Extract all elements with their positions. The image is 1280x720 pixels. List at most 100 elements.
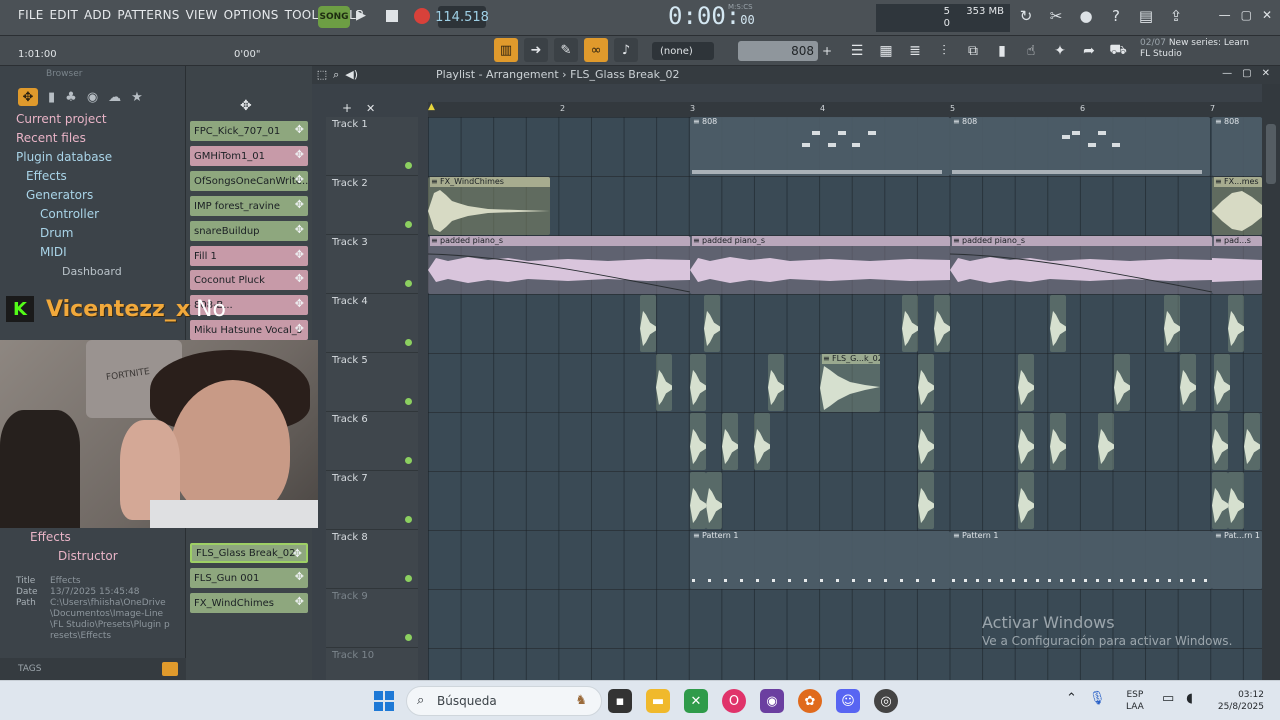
clip-oneshot[interactable] [706,472,722,529]
chevron-up-icon[interactable]: ⌃ [1066,691,1077,706]
arrow-icon[interactable]: ➜ [524,38,548,62]
clip-oneshot[interactable] [918,413,934,470]
clip-windchimes[interactable]: FX_WindChimes [428,177,550,235]
channel-rack-icon[interactable]: ≣ [904,40,926,62]
channel-button[interactable]: FPC_Kick_707_01 ✥ [190,121,308,141]
drag-icon[interactable]: ✥ [295,123,304,136]
piano-roll-icon[interactable]: ▦ [875,40,897,62]
undo-icon[interactable]: ↻ [1016,6,1036,26]
track-mute-led[interactable] [405,339,412,346]
mixer-icon[interactable]: ⫶ [933,40,955,62]
drag-icon[interactable]: ✥ [295,322,304,335]
drag-icon[interactable]: ✥ [295,198,304,211]
shop-icon[interactable]: ⛟ [1107,40,1129,62]
track-header[interactable]: Track 6 [326,412,418,471]
clip-padded-piano[interactable]: pad...s [1212,236,1262,294]
menu-add[interactable]: ADD [84,8,111,22]
clip-pattern-1[interactable]: Pat...rn 1 [1212,531,1262,589]
browser-icon[interactable]: ▮ [991,40,1013,62]
channel-button[interactable]: IMP forest_ravine ✥ [190,196,308,216]
plugin-picker-icon[interactable]: ⧉ [962,40,984,62]
clip-808[interactable]: 808 [1212,117,1262,176]
clip-oneshot[interactable] [1098,413,1114,470]
playback-icon[interactable]: ◀) [345,68,358,82]
language-indicator[interactable]: ESP LAA [1126,689,1144,713]
clip-808[interactable]: 808 [690,117,950,176]
windows-start-icon[interactable] [374,691,394,711]
vertical-scrollbar[interactable] [1262,84,1280,680]
clip-oneshot[interactable] [1018,354,1034,411]
clip-oneshot[interactable] [754,413,770,470]
app-icon[interactable]: ◉ [760,689,784,713]
clip-oneshot[interactable] [1114,354,1130,411]
browser-item[interactable]: Effects [16,167,185,186]
export-icon[interactable]: ⇪ [1166,6,1186,26]
close-icon[interactable]: ✕ [1262,8,1272,22]
clip-oneshot[interactable] [918,354,934,411]
clip-oneshot[interactable] [704,295,720,352]
song-mode-button[interactable]: SONG [318,6,350,28]
menu-options[interactable]: OPTIONS [224,8,279,22]
clip-oneshot[interactable] [902,295,918,352]
xbox-icon[interactable]: ✕ [684,689,708,713]
clip-oneshot[interactable] [1212,472,1228,529]
clip-oneshot[interactable] [690,472,706,529]
track-header[interactable]: Track 9 [326,589,418,648]
minimize-icon[interactable]: — [1219,8,1231,22]
file-filter-icon[interactable]: ▮ [48,90,55,105]
track-header[interactable]: Track 4 [326,294,418,353]
search-icon[interactable] [162,662,178,676]
clip-oneshot[interactable] [1212,413,1228,470]
add-pattern-button[interactable]: + [822,44,832,58]
track-header[interactable]: Track 7 [326,471,418,530]
clip-oneshot[interactable] [934,295,950,352]
minimize-icon[interactable]: — [1222,68,1232,79]
clip-oneshot[interactable] [640,295,656,352]
channel-button[interactable]: GMHiTom1_01 ✥ [190,146,308,166]
browser-item[interactable]: Drum [16,224,185,243]
tempo-tapper-icon[interactable]: ✦ [1049,40,1071,62]
maximize-icon[interactable]: ▢ [1241,8,1252,22]
clip-oneshot[interactable] [690,413,706,470]
clip-oneshot[interactable] [1228,472,1244,529]
track-mute-led[interactable] [405,634,412,641]
browser-item[interactable]: Dashboard [16,262,185,281]
clip-oneshot[interactable] [1180,354,1196,411]
display-icon[interactable]: ▭ [1162,691,1174,706]
tools-icon[interactable]: ✂ [1046,6,1066,26]
track-header[interactable]: Track 1 [326,117,418,176]
sample-filter-icon[interactable]: ◉ [87,90,98,105]
play-marker-icon[interactable]: ▲ [428,102,435,112]
menu-view[interactable]: VIEW [186,8,218,22]
taskbar-clock[interactable]: 03:12 25/8/2025 [1210,689,1264,713]
playlist-window-icon[interactable]: ☰ [846,40,868,62]
taskbar-search[interactable]: ⌕ Búsqueda ♞ [406,686,602,716]
scrollbar-thumb[interactable] [1266,124,1276,184]
drag-icon[interactable]: ✥ [295,223,304,236]
close-track-icon[interactable]: ✕ [366,102,375,115]
track-mute-led[interactable] [405,457,412,464]
channel-button[interactable]: FLS_Glass Break_02 ✥ [190,543,308,563]
help-icon[interactable]: ? [1106,6,1126,26]
plugin-filter-icon[interactable]: ♣ [65,90,77,105]
cloud-filter-icon[interactable]: ☁ [108,90,121,105]
drag-icon[interactable]: ✥ [295,148,304,161]
clip-oneshot[interactable] [1050,413,1066,470]
clip-padded-piano[interactable]: padded piano_s [950,236,1212,294]
save-icon[interactable]: ▤ [1136,6,1156,26]
channel-button[interactable]: FLS_Gun 001 ✥ [190,568,308,588]
menu-patterns[interactable]: PATTERNS [117,8,179,22]
track-header[interactable]: Track 3 [326,235,418,294]
stop-icon[interactable] [386,10,398,22]
clip-oneshot[interactable] [1050,295,1066,352]
clip-oneshot[interactable] [1164,295,1180,352]
opera-icon[interactable]: O [722,689,746,713]
link-icon[interactable]: ∞ [584,38,608,62]
track-header[interactable]: Track 2 [326,176,418,235]
all-filter-icon[interactable]: ✥ [18,88,38,106]
touch-icon[interactable]: ☝ [1020,40,1042,62]
channel-button[interactable]: Coconut Pluck ✥ [190,270,308,290]
tempo-display[interactable]: 114.518 [435,6,489,28]
clip-pattern-1[interactable]: Pattern 1 [690,531,950,589]
time-format-label[interactable]: M:S:CS [728,3,753,11]
